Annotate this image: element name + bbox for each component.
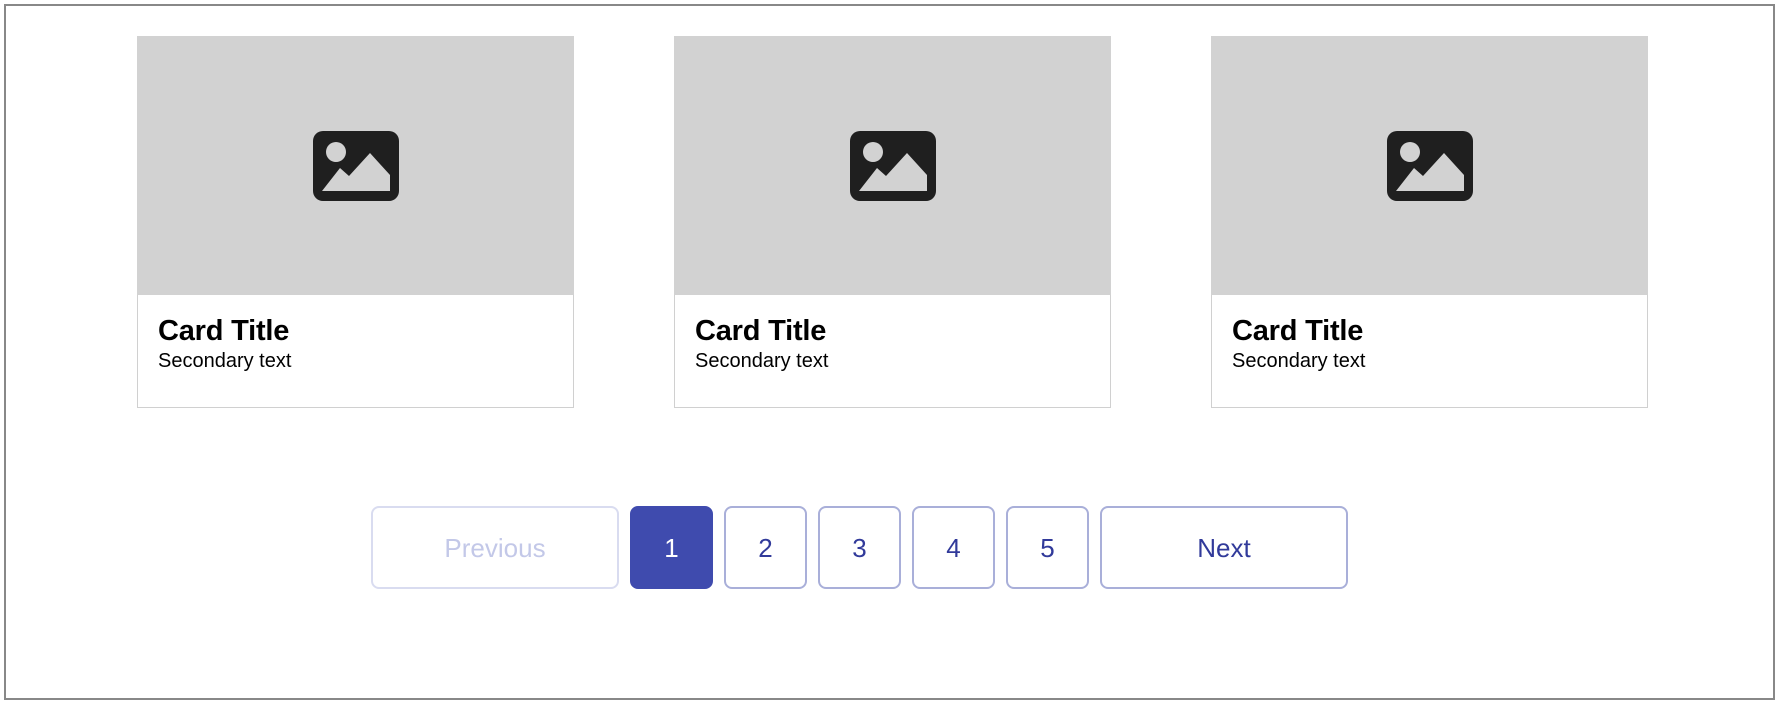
pagination-page-5-button[interactable]: 5	[1006, 506, 1089, 589]
card[interactable]: Card Title Secondary text	[1211, 36, 1648, 408]
card[interactable]: Card Title Secondary text	[674, 36, 1111, 408]
card-title: Card Title	[695, 315, 827, 347]
pagination-page-2-button[interactable]: 2	[724, 506, 807, 589]
card-body: Card Title Secondary text	[137, 295, 574, 408]
card-body: Card Title Secondary text	[1211, 295, 1648, 408]
card-secondary-text: Secondary text	[695, 350, 829, 373]
card-title: Card Title	[1232, 315, 1364, 347]
card-body: Card Title Secondary text	[674, 295, 1111, 408]
image-placeholder-icon	[1386, 130, 1473, 201]
card-secondary-text: Secondary text	[1232, 350, 1366, 373]
card[interactable]: Card Title Secondary text	[137, 36, 574, 408]
card-media	[674, 36, 1111, 295]
pagination-page-4-button[interactable]: 4	[912, 506, 995, 589]
card-media	[137, 36, 574, 295]
pagination: Previous 1 2 3 4 5 Next	[371, 506, 1348, 589]
card-secondary-text: Secondary text	[158, 350, 292, 373]
image-placeholder-icon	[849, 130, 936, 201]
pagination-previous-button[interactable]: Previous	[371, 506, 619, 589]
card-media	[1211, 36, 1648, 295]
image-placeholder-icon	[312, 130, 399, 201]
pagination-next-button[interactable]: Next	[1100, 506, 1348, 589]
viewport-frame: Card Title Secondary text Card Title Sec…	[4, 4, 1775, 700]
pagination-page-3-button[interactable]: 3	[818, 506, 901, 589]
card-title: Card Title	[158, 315, 290, 347]
pagination-page-1-button[interactable]: 1	[630, 506, 713, 589]
card-grid: Card Title Secondary text Card Title Sec…	[137, 36, 1648, 408]
